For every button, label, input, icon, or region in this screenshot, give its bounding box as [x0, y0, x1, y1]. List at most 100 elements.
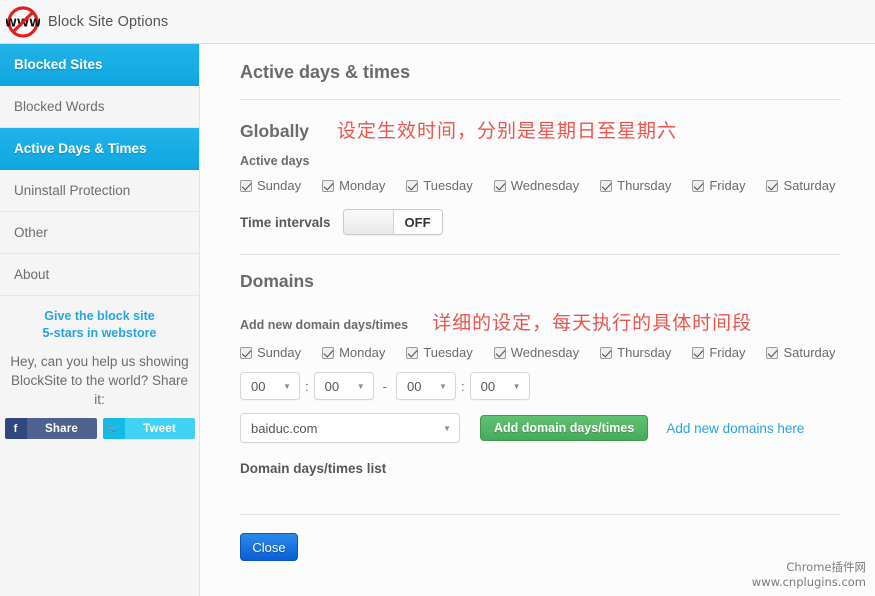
watermark: Chrome插件网 www.cnplugins.com: [752, 560, 866, 590]
day-label: Monday: [339, 345, 386, 360]
day-checkbox-tuesday[interactable]: Tuesday: [406, 178, 473, 193]
checkbox-icon[interactable]: [322, 346, 335, 359]
domains-title: Domains: [240, 271, 314, 291]
day-checkbox-friday[interactable]: Friday: [692, 178, 745, 193]
checkbox-icon[interactable]: [322, 179, 335, 192]
domains-subheader: Add new domain days/times 详细的设定，每天执行的具体时…: [240, 308, 841, 335]
from-minute-select[interactable]: 00 ▼: [313, 372, 374, 400]
watermark-line-2: www.cnplugins.com: [751, 575, 866, 589]
checkbox-icon[interactable]: [692, 346, 705, 359]
facebook-share-button[interactable]: f Share: [4, 418, 97, 439]
day-label: Tuesday: [423, 178, 473, 193]
domains-days-row: Sunday Monday Tuesday Wednesday Thursday…: [240, 345, 841, 360]
to-hour-value: 00: [406, 378, 422, 394]
add-domain-days-times-button[interactable]: Add domain days/times: [480, 415, 649, 441]
checkbox-icon[interactable]: [600, 346, 613, 359]
sidebar-item-label: Blocked Sites: [14, 57, 103, 72]
domain-day-checkbox-wednesday[interactable]: Wednesday: [493, 345, 580, 360]
sidebar-item-about[interactable]: About: [0, 254, 199, 296]
sidebar-item-label: Uninstall Protection: [14, 183, 131, 198]
day-label: Thursday: [617, 345, 672, 360]
domain-day-checkbox-tuesday[interactable]: Tuesday: [406, 345, 473, 360]
chevron-down-icon: ▼: [443, 423, 451, 433]
globally-section-header: Globally 设定生效时间，分别是星期日至星期六: [240, 116, 841, 143]
day-label: Friday: [709, 178, 746, 193]
domain-day-checkbox-monday[interactable]: Monday: [322, 345, 385, 360]
twitter-tweet-label: Tweet: [124, 418, 195, 439]
rate-extension-link[interactable]: Give the block site 5-stars in webstore: [0, 308, 199, 342]
checkbox-icon[interactable]: [240, 179, 252, 192]
day-label: Wednesday: [510, 345, 580, 360]
globally-annotation: 设定生效时间，分别是星期日至星期六: [337, 120, 678, 142]
to-time-separator: :: [460, 378, 465, 394]
day-label: Monday: [339, 178, 386, 193]
sidebar-item-uninstall-protection[interactable]: Uninstall Protection: [0, 170, 199, 212]
domain-select-value: baiduc.com: [251, 420, 318, 436]
close-button[interactable]: Close: [240, 533, 298, 561]
add-new-domain-label: Add new domain days/times: [240, 318, 409, 332]
domain-day-checkbox-thursday[interactable]: Thursday: [600, 345, 671, 360]
domain-days-times-list-label: Domain days/times list: [240, 461, 841, 515]
checkbox-icon[interactable]: [766, 179, 779, 192]
sidebar-item-label: Blocked Words: [14, 99, 105, 114]
sidebar-item-label: About: [14, 267, 50, 282]
active-days-label: Active days: [240, 154, 310, 168]
watermark-line-1: Chrome插件网: [786, 560, 866, 574]
from-hour-select[interactable]: 00 ▼: [240, 372, 300, 400]
chevron-down-icon: ▼: [512, 381, 521, 391]
checkbox-icon[interactable]: [692, 179, 705, 192]
domain-select[interactable]: baiduc.com ▼: [240, 413, 460, 443]
day-label: Thursday: [617, 178, 672, 193]
chevron-down-icon: ▼: [283, 381, 291, 391]
domain-day-checkbox-sunday[interactable]: Sunday: [240, 345, 301, 360]
day-label: Saturday: [783, 178, 836, 193]
to-hour-select[interactable]: 00 ▼: [395, 372, 456, 400]
to-minute-select[interactable]: 00 ▼: [469, 372, 530, 400]
checkbox-icon[interactable]: [600, 179, 613, 192]
sidebar-item-active-days-times[interactable]: Active Days & Times: [0, 128, 199, 170]
sidebar-item-other[interactable]: Other: [0, 212, 199, 254]
www-blocked-icon: WWW: [6, 5, 40, 39]
day-label: Wednesday: [510, 178, 580, 193]
checkbox-icon[interactable]: [493, 346, 506, 359]
chevron-down-icon: ▼: [439, 381, 447, 391]
checkbox-icon[interactable]: [406, 179, 419, 192]
time-intervals-row: Time intervals OFF: [240, 209, 841, 255]
checkbox-icon[interactable]: [493, 179, 506, 192]
time-intervals-label: Time intervals: [240, 214, 331, 230]
add-new-domains-link[interactable]: Add new domains here: [666, 421, 804, 436]
checkbox-icon[interactable]: [766, 346, 779, 359]
sidebar: Blocked Sites Blocked Words Active Days …: [0, 44, 200, 596]
sidebar-item-blocked-sites[interactable]: Blocked Sites: [0, 44, 199, 86]
time-intervals-toggle[interactable]: OFF: [342, 209, 443, 235]
time-range-row: 00 ▼ : 00 ▼ - 00 ▼ : 00 ▼: [240, 372, 841, 400]
toggle-state-label: OFF: [393, 210, 442, 234]
checkbox-icon[interactable]: [240, 346, 252, 359]
checkbox-icon[interactable]: [406, 346, 419, 359]
rate-line-2: 5-stars in webstore: [42, 326, 157, 340]
main-content: Active days & times Globally 设定生效时间，分别是星…: [201, 44, 875, 596]
day-checkbox-thursday[interactable]: Thursday: [600, 178, 671, 193]
content-heading: Active days & times: [240, 62, 841, 100]
from-time-separator: :: [305, 378, 309, 394]
sidebar-item-label: Active Days & Times: [14, 141, 147, 156]
day-checkbox-monday[interactable]: Monday: [322, 178, 385, 193]
page-title: Block Site Options: [48, 13, 169, 30]
day-label: Sunday: [257, 178, 302, 193]
options-page: WWW Block Site Options Blocked Sites Blo…: [0, 0, 875, 596]
day-label: Tuesday: [423, 345, 473, 360]
day-checkbox-sunday[interactable]: Sunday: [240, 178, 301, 193]
day-label: Sunday: [257, 345, 302, 360]
day-checkbox-wednesday[interactable]: Wednesday: [493, 178, 580, 193]
from-hour-value: 00: [251, 378, 266, 394]
day-label: Saturday: [783, 345, 836, 360]
domain-selection-row: baiduc.com ▼ Add domain days/times Add n…: [240, 413, 841, 443]
day-checkbox-saturday[interactable]: Saturday: [766, 178, 836, 193]
domains-section-header: Domains: [240, 271, 841, 292]
toggle-knob[interactable]: [343, 210, 394, 234]
domain-day-checkbox-saturday[interactable]: Saturday: [766, 345, 836, 360]
domain-day-checkbox-friday[interactable]: Friday: [692, 345, 745, 360]
globally-title: Globally: [240, 121, 310, 141]
twitter-tweet-button[interactable]: 🐦 Tweet: [102, 418, 195, 439]
sidebar-item-blocked-words[interactable]: Blocked Words: [0, 86, 199, 128]
